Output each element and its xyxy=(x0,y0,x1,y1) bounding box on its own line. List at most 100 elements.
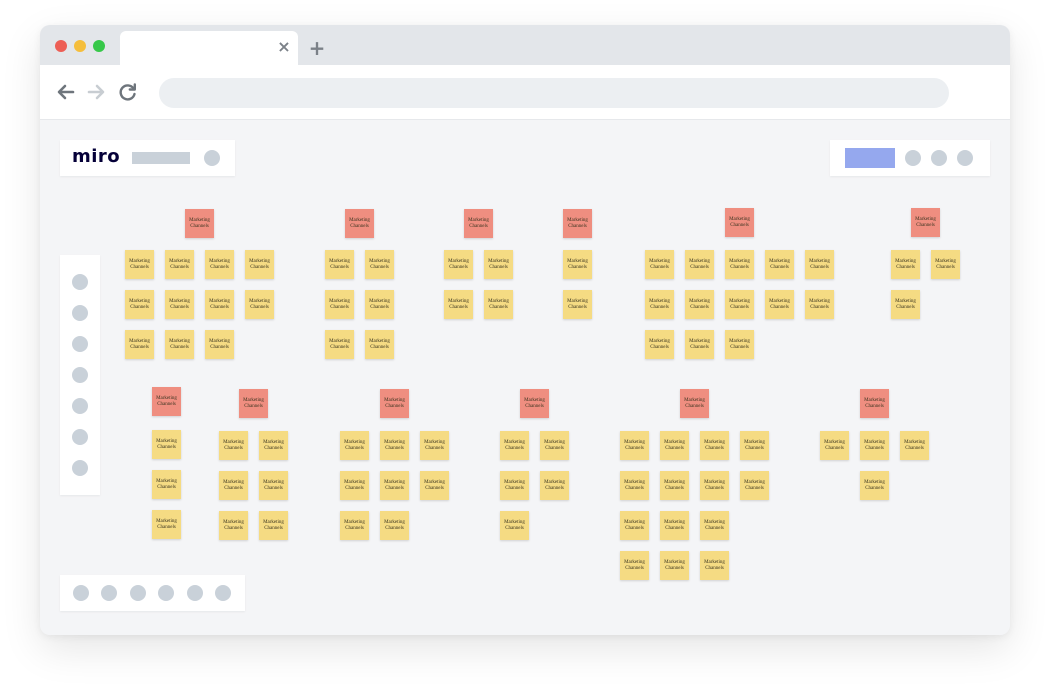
new-tab-icon[interactable]: + xyxy=(308,38,326,58)
window-minimize-button[interactable] xyxy=(74,40,86,52)
reload-icon[interactable] xyxy=(118,82,138,102)
sticky-note[interactable]: Marketing Channels xyxy=(165,290,194,319)
sticky-note[interactable]: Marketing Channels xyxy=(380,431,409,460)
sticky-note[interactable]: Marketing Channels xyxy=(484,250,513,279)
sticky-note[interactable]: Marketing Channels xyxy=(484,290,513,319)
sticky-note[interactable]: Marketing Channels xyxy=(740,471,769,500)
sticky-note-header[interactable]: Marketing Channels xyxy=(520,389,549,418)
sticky-note[interactable]: Marketing Channels xyxy=(685,330,714,359)
sticky-note-header[interactable]: Marketing Channels xyxy=(680,389,709,418)
sticky-note[interactable]: Marketing Channels xyxy=(931,250,960,279)
arrow-right-icon[interactable] xyxy=(86,82,106,102)
sticky-note[interactable]: Marketing Channels xyxy=(219,431,248,460)
share-button[interactable] xyxy=(845,148,895,168)
sticky-note[interactable]: Marketing Channels xyxy=(420,471,449,500)
sticky-note[interactable]: Marketing Channels xyxy=(891,290,920,319)
sticky-note[interactable]: Marketing Channels xyxy=(860,431,889,460)
sticky-note[interactable]: Marketing Channels xyxy=(420,431,449,460)
sticky-note[interactable]: Marketing Channels xyxy=(645,290,674,319)
sticky-note-header[interactable]: Marketing Channels xyxy=(464,209,493,238)
sticky-note[interactable]: Marketing Channels xyxy=(820,431,849,460)
arrow-left-icon[interactable] xyxy=(56,82,76,102)
sticky-note[interactable]: Marketing Channels xyxy=(340,431,369,460)
sticky-note[interactable]: Marketing Channels xyxy=(125,330,154,359)
sticky-note[interactable]: Marketing Channels xyxy=(444,290,473,319)
tool-button[interactable] xyxy=(72,398,88,414)
sticky-note[interactable]: Marketing Channels xyxy=(380,511,409,540)
sticky-note[interactable]: Marketing Channels xyxy=(765,290,794,319)
sticky-note[interactable]: Marketing Channels xyxy=(125,250,154,279)
sticky-note[interactable]: Marketing Channels xyxy=(900,431,929,460)
sticky-note[interactable]: Marketing Channels xyxy=(259,471,288,500)
tool-button[interactable] xyxy=(72,429,88,445)
sticky-note[interactable]: Marketing Channels xyxy=(152,510,181,539)
sticky-note[interactable]: Marketing Channels xyxy=(620,431,649,460)
sticky-note[interactable]: Marketing Channels xyxy=(660,431,689,460)
sticky-note-header[interactable]: Marketing Channels xyxy=(725,208,754,237)
collaborator-avatar[interactable] xyxy=(931,150,947,166)
sticky-note[interactable]: Marketing Channels xyxy=(125,290,154,319)
sticky-note-header[interactable]: Marketing Channels xyxy=(860,389,889,418)
sticky-note[interactable]: Marketing Channels xyxy=(152,430,181,459)
sticky-note-header[interactable]: Marketing Channels xyxy=(563,209,592,238)
sticky-note[interactable]: Marketing Channels xyxy=(891,250,920,279)
sticky-note[interactable]: Marketing Channels xyxy=(563,250,592,279)
sticky-note-header[interactable]: Marketing Channels xyxy=(911,208,940,237)
tab-close-icon[interactable]: × xyxy=(276,39,292,55)
window-maximize-button[interactable] xyxy=(93,40,105,52)
sticky-note[interactable]: Marketing Channels xyxy=(500,511,529,540)
sticky-note[interactable]: Marketing Channels xyxy=(700,511,729,540)
tool-button[interactable] xyxy=(72,305,88,321)
sticky-note[interactable]: Marketing Channels xyxy=(660,511,689,540)
sticky-note-header[interactable]: Marketing Channels xyxy=(345,209,374,238)
tool-button[interactable] xyxy=(72,460,88,476)
sticky-note[interactable]: Marketing Channels xyxy=(540,431,569,460)
window-close-button[interactable] xyxy=(55,40,67,52)
bottom-tool-button[interactable] xyxy=(73,585,89,601)
tool-button[interactable] xyxy=(72,274,88,290)
sticky-note[interactable]: Marketing Channels xyxy=(685,250,714,279)
bottom-tool-button[interactable] xyxy=(158,585,174,601)
sticky-note[interactable]: Marketing Channels xyxy=(540,471,569,500)
sticky-note[interactable]: Marketing Channels xyxy=(165,330,194,359)
sticky-note[interactable]: Marketing Channels xyxy=(645,250,674,279)
sticky-note[interactable]: Marketing Channels xyxy=(725,290,754,319)
sticky-note[interactable]: Marketing Channels xyxy=(219,471,248,500)
sticky-note[interactable]: Marketing Channels xyxy=(259,511,288,540)
sticky-note-header[interactable]: Marketing Channels xyxy=(380,389,409,418)
sticky-note[interactable]: Marketing Channels xyxy=(365,290,394,319)
address-bar[interactable] xyxy=(159,78,949,108)
sticky-note[interactable]: Marketing Channels xyxy=(365,330,394,359)
sticky-note[interactable]: Marketing Channels xyxy=(660,471,689,500)
sticky-note[interactable]: Marketing Channels xyxy=(245,250,274,279)
sticky-note[interactable]: Marketing Channels xyxy=(620,511,649,540)
sticky-note[interactable]: Marketing Channels xyxy=(700,471,729,500)
sticky-note-header[interactable]: Marketing Channels xyxy=(239,389,268,418)
sticky-note[interactable]: Marketing Channels xyxy=(152,470,181,499)
bottom-tool-button[interactable] xyxy=(101,585,117,601)
bottom-tool-button[interactable] xyxy=(215,585,231,601)
sticky-note[interactable]: Marketing Channels xyxy=(765,250,794,279)
sticky-note[interactable]: Marketing Channels xyxy=(380,471,409,500)
board-name-placeholder[interactable] xyxy=(132,152,190,164)
collaborator-avatar[interactable] xyxy=(905,150,921,166)
sticky-note[interactable]: Marketing Channels xyxy=(700,551,729,580)
sticky-note[interactable]: Marketing Channels xyxy=(700,431,729,460)
tool-button[interactable] xyxy=(72,367,88,383)
sticky-note-header[interactable]: Marketing Channels xyxy=(185,209,214,238)
sticky-note[interactable]: Marketing Channels xyxy=(685,290,714,319)
sticky-note[interactable]: Marketing Channels xyxy=(245,290,274,319)
sticky-note[interactable]: Marketing Channels xyxy=(205,330,234,359)
bottom-tool-button[interactable] xyxy=(130,585,146,601)
sticky-note[interactable]: Marketing Channels xyxy=(165,250,194,279)
browser-tab[interactable]: × xyxy=(120,31,298,65)
sticky-note[interactable]: Marketing Channels xyxy=(325,330,354,359)
sticky-note[interactable]: Marketing Channels xyxy=(259,431,288,460)
sticky-note[interactable]: Marketing Channels xyxy=(645,330,674,359)
sticky-note[interactable]: Marketing Channels xyxy=(805,250,834,279)
sticky-note[interactable]: Marketing Channels xyxy=(500,431,529,460)
sticky-note[interactable]: Marketing Channels xyxy=(860,471,889,500)
bottom-tool-button[interactable] xyxy=(187,585,203,601)
sticky-note[interactable]: Marketing Channels xyxy=(205,290,234,319)
sticky-note[interactable]: Marketing Channels xyxy=(563,290,592,319)
